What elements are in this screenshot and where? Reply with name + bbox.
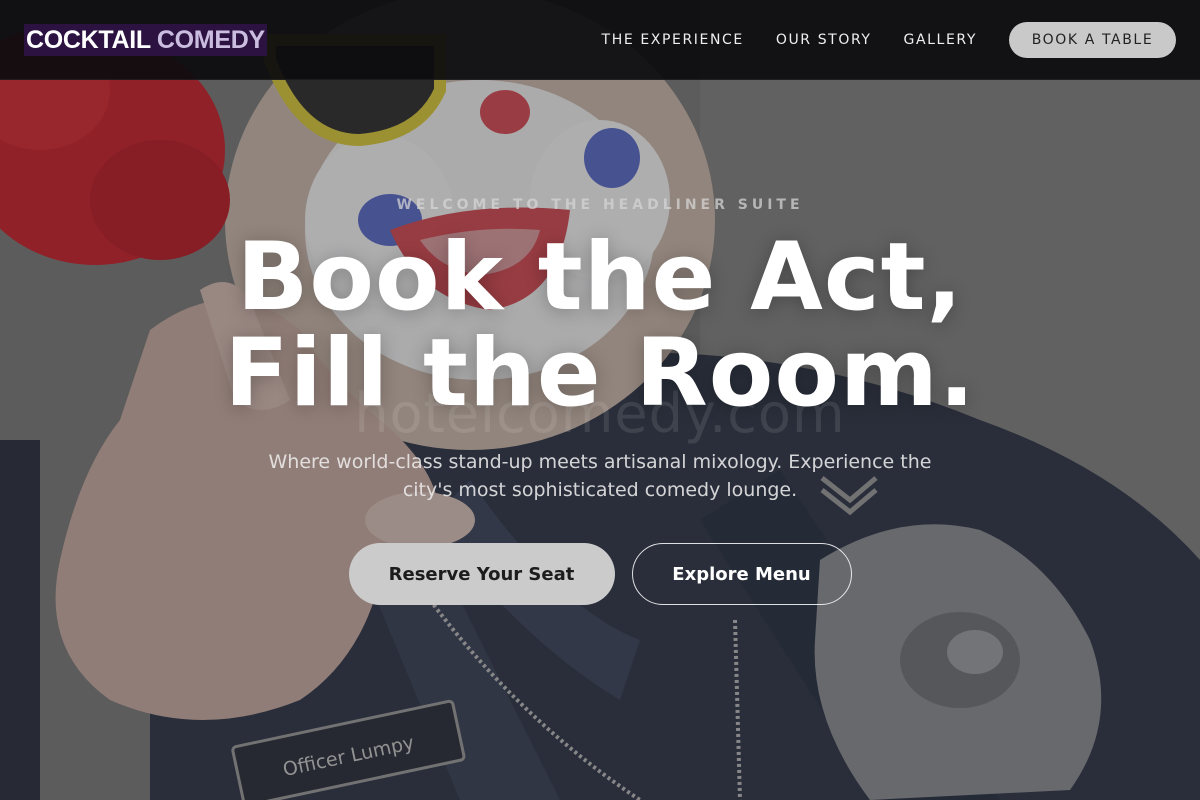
hero-tagline: Where world-class stand-up meets artisan… bbox=[268, 451, 932, 501]
nav-links: THE EXPERIENCE OUR STORY GALLERY BOOK A … bbox=[570, 21, 1176, 58]
hero-section: WELCOME TO THE HEADLINER SUITE Book the … bbox=[0, 0, 1200, 800]
headline-line-1: Book the Act, bbox=[236, 223, 964, 332]
headline-line-2: Fill the Room. bbox=[224, 319, 976, 428]
explore-menu-button[interactable]: Explore Menu bbox=[631, 543, 852, 605]
book-a-table-button[interactable]: BOOK A TABLE bbox=[1009, 21, 1176, 58]
nav-link-the-experience[interactable]: THE EXPERIENCE bbox=[602, 32, 744, 48]
hero-eyebrow: WELCOME TO THE HEADLINER SUITE bbox=[396, 197, 804, 213]
nav-link-gallery[interactable]: GALLERY bbox=[904, 32, 977, 48]
hero-headline: Book the Act, Fill the Room. bbox=[0, 230, 1200, 422]
brand-word-comedy: COMEDY bbox=[156, 25, 265, 54]
reserve-your-seat-button[interactable]: Reserve Your Seat bbox=[348, 543, 615, 605]
brand-word-cocktail: COCKTAIL bbox=[26, 25, 151, 54]
hero-button-row: Reserve Your Seat Explore Menu bbox=[0, 543, 1200, 605]
brand-logo[interactable]: COCKTAIL COMEDY bbox=[24, 23, 267, 56]
top-navigation: COCKTAIL COMEDY THE EXPERIENCE OUR STORY… bbox=[0, 0, 1200, 80]
nav-link-our-story[interactable]: OUR STORY bbox=[776, 32, 872, 48]
